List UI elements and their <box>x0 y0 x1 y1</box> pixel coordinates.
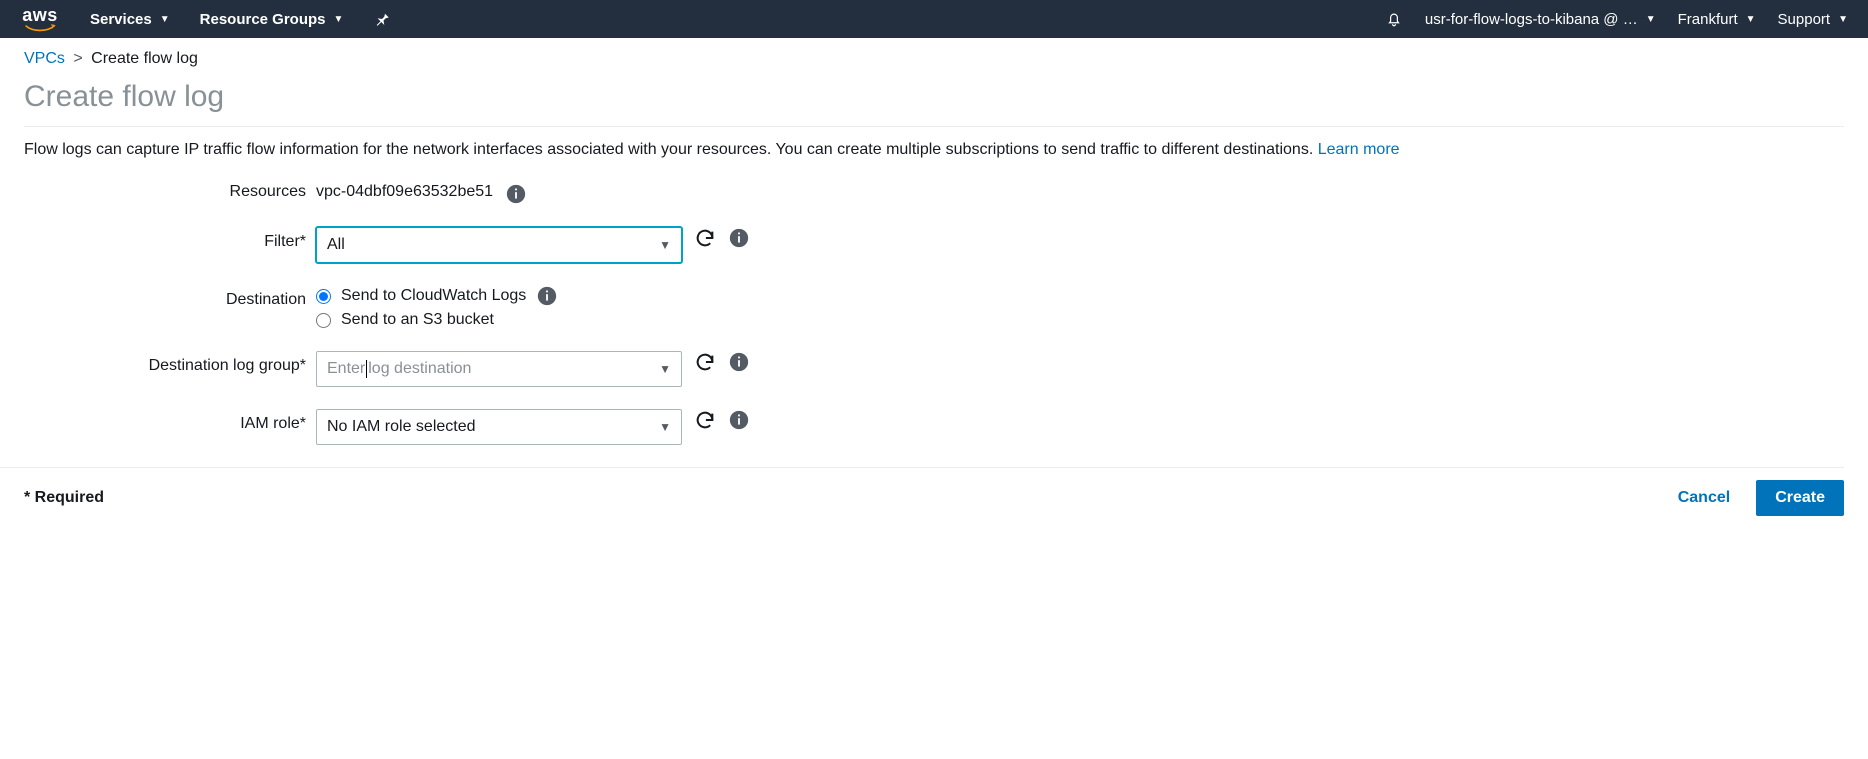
control-iam-role: No IAM role selected ▼ <box>316 409 750 445</box>
chevron-down-icon: ▼ <box>659 362 671 376</box>
breadcrumb-current: Create flow log <box>91 50 198 67</box>
control-dest-log-group: Enterlog destination ▼ <box>316 351 750 387</box>
page-intro-text: Flow logs can capture IP traffic flow in… <box>24 141 1313 158</box>
breadcrumb-separator: > <box>69 50 86 67</box>
caret-down-icon: ▼ <box>160 14 170 25</box>
filter-select[interactable]: All ▼ <box>316 227 682 263</box>
row-destination: Destination Send to CloudWatch Logs Send… <box>24 285 1844 329</box>
top-nav-left: aws Services ▼ Resource Groups ▼ <box>20 6 391 32</box>
destination-radio-group: Send to CloudWatch Logs Send to an S3 bu… <box>316 285 558 329</box>
nav-services[interactable]: Services ▼ <box>90 11 170 28</box>
title-divider <box>24 126 1844 127</box>
breadcrumb-vpcs-link[interactable]: VPCs <box>24 50 65 67</box>
info-icon[interactable] <box>728 351 750 373</box>
label-filter: Filter* <box>24 227 316 251</box>
label-iam-role: IAM role* <box>24 409 316 433</box>
info-icon[interactable] <box>505 183 527 205</box>
row-dest-log-group: Destination log group* Enterlog destinat… <box>24 351 1844 387</box>
radio-s3-row: Send to an S3 bucket <box>316 311 558 329</box>
info-icon[interactable] <box>536 285 558 307</box>
row-resources: Resources vpc-04dbf09e63532be51 <box>24 177 1844 205</box>
row-filter: Filter* All ▼ <box>24 227 1844 263</box>
create-button[interactable]: Create <box>1756 480 1844 516</box>
iam-role-select-value: No IAM role selected <box>327 418 476 436</box>
label-dest-log-group: Destination log group* <box>24 351 316 375</box>
refresh-icon[interactable] <box>694 351 716 373</box>
cancel-button[interactable]: Cancel <box>1666 481 1742 515</box>
dest-log-group-select[interactable]: Enterlog destination ▼ <box>316 351 682 387</box>
label-destination: Destination <box>24 285 316 309</box>
caret-down-icon: ▼ <box>334 14 344 25</box>
breadcrumb: VPCs > Create flow log <box>0 38 1868 76</box>
chevron-down-icon: ▼ <box>659 238 671 252</box>
caret-down-icon: ▼ <box>1646 14 1656 25</box>
caret-down-icon: ▼ <box>1746 14 1756 25</box>
resources-vpc-id: vpc-04dbf09e63532be51 <box>316 183 493 201</box>
nav-support-menu[interactable]: Support ▼ <box>1778 11 1848 28</box>
row-iam-role: IAM role* No IAM role selected ▼ <box>24 409 1844 445</box>
aws-smile-icon <box>20 24 60 32</box>
aws-logo[interactable]: aws <box>20 6 60 32</box>
top-nav-right: usr-for-flow-logs-to-kibana @ … ▼ Frankf… <box>1385 10 1848 28</box>
pin-icon[interactable] <box>373 10 391 28</box>
nav-resource-groups-label: Resource Groups <box>200 11 326 28</box>
value-resources: vpc-04dbf09e63532be51 <box>316 177 527 205</box>
form-divider <box>0 467 1844 468</box>
required-note: * Required <box>24 489 104 507</box>
dest-log-group-placeholder: Enterlog destination <box>327 360 471 378</box>
flow-log-form: Resources vpc-04dbf09e63532be51 Filter* … <box>0 177 1868 445</box>
radio-s3[interactable] <box>316 313 331 328</box>
nav-services-label: Services <box>90 11 152 28</box>
chevron-down-icon: ▼ <box>659 420 671 434</box>
radio-cloudwatch-label[interactable]: Send to CloudWatch Logs <box>341 287 526 305</box>
learn-more-link[interactable]: Learn more <box>1318 141 1400 158</box>
radio-cloudwatch-row: Send to CloudWatch Logs <box>316 285 558 307</box>
bell-icon[interactable] <box>1385 10 1403 28</box>
refresh-icon[interactable] <box>694 409 716 431</box>
form-footer: * Required Cancel Create <box>0 480 1868 540</box>
iam-role-select[interactable]: No IAM role selected ▼ <box>316 409 682 445</box>
nav-resource-groups[interactable]: Resource Groups ▼ <box>200 11 344 28</box>
top-nav: aws Services ▼ Resource Groups ▼ usr-for… <box>0 0 1868 38</box>
refresh-icon[interactable] <box>694 227 716 249</box>
radio-cloudwatch[interactable] <box>316 289 331 304</box>
nav-support-label: Support <box>1778 11 1831 28</box>
nav-region-menu[interactable]: Frankfurt ▼ <box>1678 11 1756 28</box>
nav-user-label: usr-for-flow-logs-to-kibana @ … <box>1425 11 1638 28</box>
nav-region-label: Frankfurt <box>1678 11 1738 28</box>
label-resources: Resources <box>24 177 316 201</box>
info-icon[interactable] <box>728 409 750 431</box>
filter-select-value: All <box>327 236 345 254</box>
control-destination: Send to CloudWatch Logs Send to an S3 bu… <box>316 285 558 329</box>
footer-actions: Cancel Create <box>1666 480 1844 516</box>
info-icon[interactable] <box>728 227 750 249</box>
page-intro: Flow logs can capture IP traffic flow in… <box>0 141 1868 177</box>
nav-user-menu[interactable]: usr-for-flow-logs-to-kibana @ … ▼ <box>1425 11 1656 28</box>
aws-logo-text: aws <box>22 6 58 24</box>
radio-s3-label[interactable]: Send to an S3 bucket <box>341 311 494 329</box>
control-filter: All ▼ <box>316 227 750 263</box>
caret-down-icon: ▼ <box>1838 14 1848 25</box>
page-title: Create flow log <box>0 76 1868 122</box>
